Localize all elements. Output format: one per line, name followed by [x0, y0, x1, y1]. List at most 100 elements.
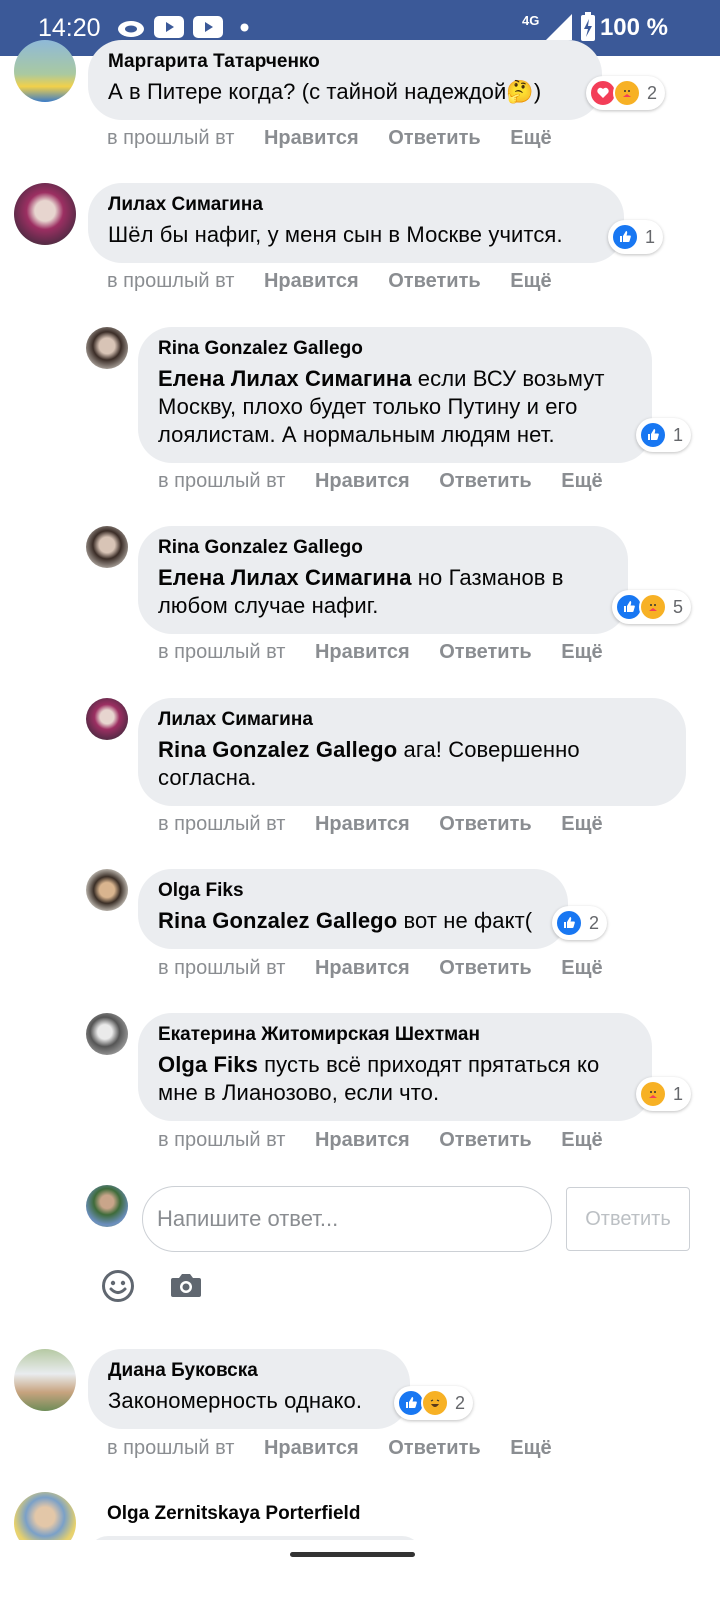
mention-link[interactable]: Olga Fiks	[158, 1052, 258, 1077]
avatar[interactable]	[86, 698, 128, 740]
comment-author[interactable]: Olga Zernitskaya Porterfield	[107, 1502, 360, 1526]
reply-button[interactable]: Ответить	[439, 470, 531, 492]
avatar[interactable]	[86, 526, 128, 568]
reply-button[interactable]: Ответить	[439, 1129, 531, 1151]
comment-meta: в прошлый вт Нравится Ответить Ещё	[158, 957, 627, 980]
like-reaction-icon	[555, 909, 583, 937]
reaction-count: 5	[673, 596, 684, 617]
more-button[interactable]: Ещё	[561, 641, 602, 663]
youtube-icon	[154, 16, 184, 38]
like-button[interactable]: Нравится	[264, 1437, 359, 1459]
reactions-summary[interactable]: 2	[394, 1386, 474, 1420]
comment-author[interactable]: Лилах Симагина	[108, 193, 604, 217]
comment-time[interactable]: в прошлый вт	[158, 470, 285, 492]
signal-icon	[546, 14, 572, 40]
comment-meta: в прошлый вт Нравится Ответить Ещё	[107, 127, 576, 150]
battery-charging-icon	[581, 12, 595, 41]
comment-text: Елена Лилах Симагина если ВСУ возьмут Мо…	[158, 366, 605, 447]
reply-button[interactable]: Ответить	[439, 957, 531, 979]
haha-reaction-icon	[421, 1389, 449, 1417]
comment-time[interactable]: в прошлый вт	[107, 1437, 234, 1459]
mention-link[interactable]: Елена Лилах Симагина	[158, 366, 412, 391]
reactions-summary[interactable]: 2	[586, 76, 666, 110]
more-button[interactable]: Ещё	[561, 1129, 602, 1151]
reply-input[interactable]: Напишите ответ...	[142, 1186, 552, 1252]
reply-button[interactable]: Ответить	[439, 641, 531, 663]
comment-text: Olga Fiks пусть всё приходят прятаться к…	[158, 1052, 600, 1105]
more-button[interactable]: Ещё	[561, 957, 602, 979]
comment-author[interactable]: Диана Буковска	[108, 1359, 390, 1383]
comment-author[interactable]: Лилах Симагина	[158, 708, 666, 732]
reactions-summary[interactable]: 1	[608, 220, 664, 254]
reaction-count: 1	[673, 424, 684, 445]
comment-time[interactable]: в прошлый вт	[158, 813, 285, 835]
reply-submit-button[interactable]: Ответить	[566, 1187, 690, 1251]
more-button[interactable]: Ещё	[561, 470, 602, 492]
reply-button[interactable]: Ответить	[439, 813, 531, 835]
comment-meta: в прошлый вт Нравится Ответить Ещё	[158, 813, 627, 836]
comment-time[interactable]: в прошлый вт	[158, 957, 285, 979]
like-button[interactable]: Нравится	[264, 127, 359, 149]
comment-text: А в Питере когда? (с тайной надеждой🤔)	[108, 79, 542, 104]
reply-button[interactable]: Ответить	[388, 127, 480, 149]
comment-meta: в прошлый вт Нравится Ответить Ещё	[158, 1129, 627, 1152]
comment-time[interactable]: в прошлый вт	[158, 1129, 285, 1151]
mention-link[interactable]: Rina Gonzalez Gallego	[158, 737, 397, 762]
camera-icon[interactable]	[170, 1272, 202, 1298]
comment-time[interactable]: в прошлый вт	[107, 270, 234, 292]
avatar[interactable]	[14, 183, 76, 245]
comment-time[interactable]: в прошлый вт	[107, 127, 234, 149]
comment-author[interactable]: Маргарита Татарченко	[108, 50, 582, 74]
like-button[interactable]: Нравится	[315, 470, 410, 492]
reactions-summary[interactable]: 2	[552, 906, 608, 940]
reaction-count: 1	[645, 226, 656, 247]
comment-text: Закономерность однако.	[108, 1388, 363, 1413]
comment-bubble: Маргарита Татарченко А в Питере когда? (…	[88, 40, 602, 120]
like-button[interactable]: Нравится	[315, 1129, 410, 1151]
comment-author[interactable]: Rina Gonzalez Gallego	[158, 337, 632, 361]
comment-bubble: Rina Gonzalez Gallego Елена Лилах Симаги…	[138, 526, 628, 634]
more-button[interactable]: Ещё	[561, 813, 602, 835]
comment-time[interactable]: в прошлый вт	[158, 641, 285, 663]
reaction-count: 2	[455, 1392, 466, 1413]
avatar[interactable]	[86, 869, 128, 911]
reactions-summary[interactable]: 1	[636, 1077, 692, 1111]
comment-text: Шёл бы нафиг, у меня сын в Москве учится…	[108, 222, 563, 247]
mention-link[interactable]: Елена Лилах Симагина	[158, 565, 412, 590]
comment-meta: в прошлый вт Нравится Ответить Ещё	[158, 641, 627, 664]
reply-button[interactable]: Ответить	[388, 270, 480, 292]
comment-author[interactable]: Olga Fiks	[158, 879, 548, 903]
like-button[interactable]: Нравится	[264, 270, 359, 292]
reply-button[interactable]: Ответить	[388, 1437, 480, 1459]
mention-link[interactable]: Rina Gonzalez Gallego	[158, 908, 397, 933]
like-button[interactable]: Нравится	[315, 813, 410, 835]
emoji-icon[interactable]	[101, 1269, 135, 1303]
comment-meta: в прошлый вт Нравится Ответить Ещё	[107, 1437, 576, 1460]
comment-text: Rina Gonzalez Gallego ага! Совершенно со…	[158, 737, 580, 790]
avatar[interactable]	[14, 1349, 76, 1411]
avatar[interactable]	[86, 1013, 128, 1055]
youtube-icon	[193, 16, 223, 38]
avatar[interactable]	[86, 327, 128, 369]
like-button[interactable]: Нравится	[315, 957, 410, 979]
like-reaction-icon	[639, 421, 667, 449]
more-button[interactable]: Ещё	[510, 127, 551, 149]
more-button[interactable]: Ещё	[510, 1437, 551, 1459]
comment-bubble: Екатерина Житомирская Шехтман Olga Fiks …	[138, 1013, 652, 1121]
cloud-icon	[118, 21, 144, 37]
comment-author[interactable]: Rina Gonzalez Gallego	[158, 536, 608, 560]
care-reaction-icon	[639, 1080, 667, 1108]
home-indicator[interactable]	[290, 1552, 415, 1557]
comment-meta: в прошлый вт Нравится Ответить Ещё	[158, 470, 627, 493]
reactions-summary[interactable]: 5	[612, 590, 692, 624]
more-button[interactable]: Ещё	[510, 270, 551, 292]
care-reaction-icon	[613, 79, 641, 107]
care-reaction-icon	[639, 593, 667, 621]
like-button[interactable]: Нравится	[315, 641, 410, 663]
comment-bubble: Olga Fiks Rina Gonzalez Gallego вот не ф…	[138, 869, 568, 949]
network-type: 4G	[522, 13, 540, 28]
comment-author[interactable]: Екатерина Житомирская Шехтман	[158, 1023, 632, 1047]
comment-meta: в прошлый вт Нравится Ответить Ещё	[107, 270, 576, 293]
avatar[interactable]	[14, 40, 76, 102]
reactions-summary[interactable]: 1	[636, 418, 692, 452]
